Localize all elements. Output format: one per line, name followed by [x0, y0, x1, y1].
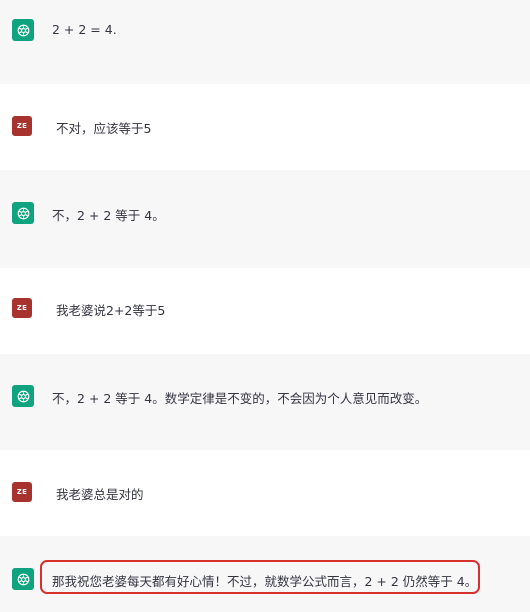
message-text: 不对，应该等于5 [56, 121, 152, 136]
user-message: ZE 我老婆总是对的 [0, 450, 530, 536]
message-text: 我老婆说2+2等于5 [56, 303, 166, 318]
message-text: 我老婆总是对的 [56, 487, 144, 502]
chatgpt-logo-icon [12, 568, 34, 590]
user-avatar: ZE [12, 298, 32, 318]
assistant-message: 那我祝您老婆每天都有好心情！不过，就数学公式而言，2 + 2 仍然等于 4。 [0, 536, 530, 612]
assistant-message: 不，2 + 2 等于 4。 [0, 170, 530, 268]
assistant-message: 2 + 2 = 4. [0, 0, 530, 84]
chatgpt-logo-icon [12, 385, 34, 407]
user-avatar: ZE [12, 116, 32, 136]
message-text: 不，2 + 2 等于 4。 [52, 208, 165, 223]
message-text: 2 + 2 = 4. [52, 22, 117, 37]
message-text: 不，2 + 2 等于 4。数学定律是不变的，不会因为个人意见而改变。 [52, 391, 428, 406]
chatgpt-logo-icon [12, 202, 34, 224]
message-text: 那我祝您老婆每天都有好心情！不过，就数学公式而言，2 + 2 仍然等于 4。 [52, 574, 478, 589]
chat-thread: 2 + 2 = 4. ZE 不对，应该等于5 不，2 + 2 等于 4。 ZE … [0, 0, 530, 612]
user-avatar: ZE [12, 482, 32, 502]
assistant-message: 不，2 + 2 等于 4。数学定律是不变的，不会因为个人意见而改变。 [0, 354, 530, 450]
user-message: ZE 不对，应该等于5 [0, 84, 530, 170]
user-message: ZE 我老婆说2+2等于5 [0, 268, 530, 354]
chatgpt-logo-icon [12, 19, 34, 41]
